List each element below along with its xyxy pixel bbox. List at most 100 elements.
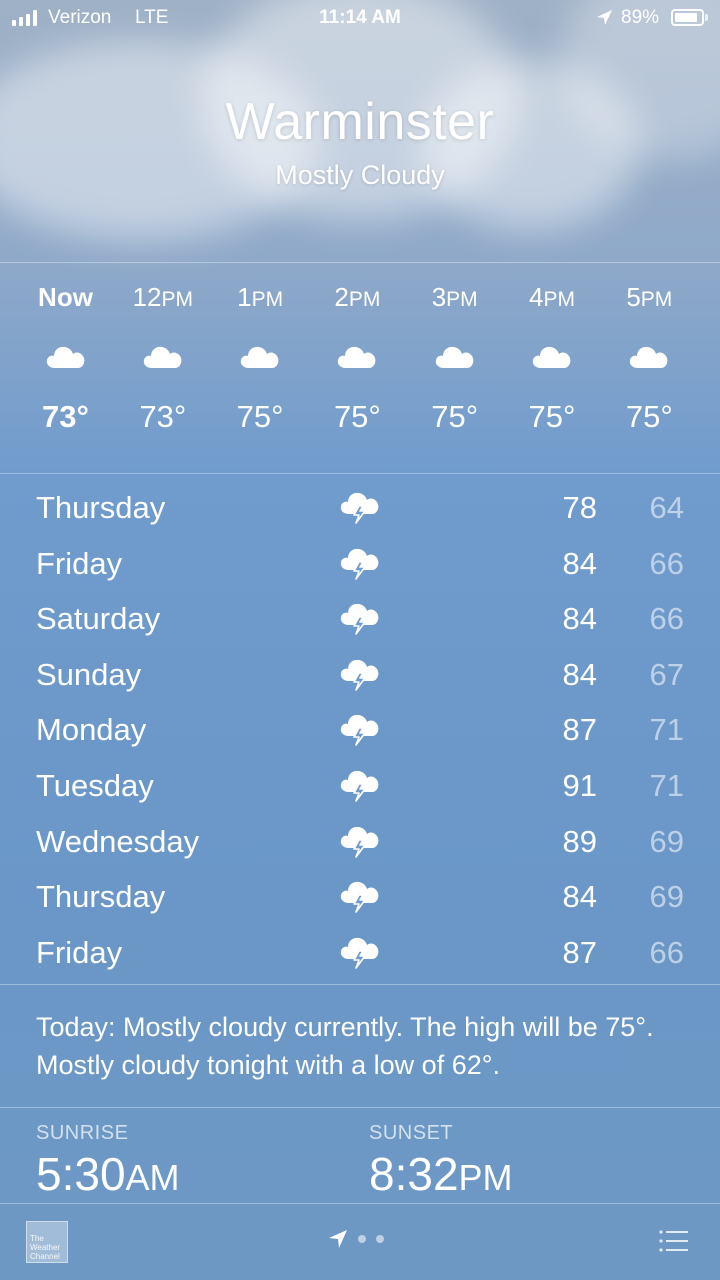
sunset-value: 8:32PM [369, 1147, 513, 1201]
battery-percentage: 89% [621, 7, 660, 28]
divider [0, 473, 720, 474]
daily-row: Sunday 84 67 [0, 647, 720, 703]
thunderstorm-icon [340, 826, 379, 858]
day-low-temp: 66 [649, 545, 684, 581]
day-low-temp: 69 [649, 879, 684, 915]
thunderstorm-icon [340, 715, 379, 747]
day-high-temp: 84 [562, 656, 597, 692]
status-bar: Verizon LTE 11:14 AM 89% [0, 0, 720, 36]
divider [0, 1107, 720, 1108]
sunrise-time: 5:30 [36, 1148, 126, 1200]
hour-item: 3PM 75° [406, 264, 503, 435]
battery-nub [705, 14, 708, 21]
daily-row: Thursday 84 69 [0, 869, 720, 925]
page-dot [358, 1235, 366, 1243]
day-low-temp: 64 [649, 490, 684, 525]
daily-row: Wednesday 89 69 [0, 814, 720, 870]
day-low-temp: 71 [649, 767, 684, 803]
thunderstorm-icon [340, 659, 379, 691]
page-indicator[interactable] [328, 1229, 384, 1249]
thunderstorm-icon [340, 548, 379, 580]
hour-time: 3PM [431, 282, 478, 312]
sunrise-value: 5:30AM [36, 1147, 180, 1201]
divider [0, 984, 720, 985]
sunrise-block: SUNRISE 5:30AM [36, 1122, 180, 1201]
day-low-temp: 69 [649, 823, 684, 859]
hourly-forecast[interactable]: Now 73° 12PM 73° 1PM 75° 2PM 75° 3PM 75° 4PM 75° 5PM… [0, 264, 720, 472]
location-arrow-icon [597, 10, 612, 25]
thunderstorm-icon [340, 604, 379, 635]
day-low-temp: 71 [649, 712, 684, 748]
cloud-icon [143, 346, 182, 368]
cloud-icon [338, 346, 376, 368]
day-high-temp: 78 [562, 490, 597, 525]
hour-time: 4PM [529, 282, 575, 312]
daily-row: Saturday 84 66 [0, 591, 720, 647]
hour-item: 4PM 75° [504, 264, 601, 435]
city-list-icon[interactable] [658, 1229, 688, 1253]
forecast-summary: Today: Mostly cloudy currently. The high… [36, 1012, 654, 1080]
daily-row: Friday 84 66 [0, 536, 720, 592]
hour-temp: 75° [528, 399, 576, 434]
hour-temp: 75° [333, 399, 381, 434]
city-name: Warminster [225, 93, 495, 151]
current-location-icon [329, 1230, 347, 1248]
day-name: Sunday [36, 656, 142, 692]
hour-item: 1PM 75° [212, 264, 309, 435]
cloud-icon [435, 346, 474, 368]
day-high-temp: 89 [562, 823, 597, 859]
divider [0, 1203, 720, 1204]
day-high-temp: 87 [562, 712, 597, 748]
daily-forecast: Thursday 78 64 Friday 84 66 Saturday 84 66 Sunday… [0, 480, 720, 980]
day-high-temp: 84 [562, 601, 597, 637]
sunset-label: SUNSET [369, 1122, 454, 1144]
daily-row: Monday 87 71 [0, 702, 720, 758]
hour-temp: 75° [625, 399, 673, 434]
cloud-icon [532, 346, 571, 368]
thunderstorm-icon [340, 882, 379, 913]
hour-item: 12PM 73° [114, 264, 211, 435]
battery-icon [671, 9, 704, 26]
thunderstorm-icon [340, 770, 379, 802]
day-low-temp: 67 [649, 656, 684, 692]
daily-row: Thursday 78 64 [0, 480, 720, 536]
day-low-temp: 66 [649, 934, 684, 970]
hour-item: 2PM 75° [309, 264, 406, 435]
sunset-time: 8:32 [369, 1148, 459, 1200]
daily-row: Friday 87 66 [0, 925, 720, 981]
hour-item: 5PM 75° [601, 264, 698, 435]
thunderstorm-icon [340, 492, 379, 524]
hour-item: Now 73° [17, 264, 114, 435]
day-name: Monday [36, 712, 147, 748]
page-dot [376, 1235, 384, 1243]
cloud-icon [46, 346, 84, 368]
day-name: Tuesday [36, 767, 154, 803]
hour-temp: 73° [139, 399, 187, 434]
thunderstorm-icon [340, 937, 379, 969]
weather-channel-logo[interactable]: The Weather Channel [26, 1221, 68, 1263]
hour-time: 1PM [237, 282, 284, 312]
sunrise-ampm: AM [125, 1157, 180, 1198]
sunrise-label: SUNRISE [36, 1122, 129, 1144]
battery-level [675, 13, 698, 22]
current-condition: Mostly Cloudy [275, 160, 445, 190]
sunset-ampm: PM [458, 1157, 513, 1198]
day-low-temp: 66 [649, 601, 684, 637]
hour-time: Now [38, 282, 93, 312]
day-name: Wednesday [36, 823, 200, 859]
cloud-icon [240, 346, 279, 368]
hour-temp: 75° [236, 399, 284, 434]
day-name: Thursday [36, 879, 166, 915]
day-name: Friday [36, 934, 123, 970]
hour-time: 5PM [626, 282, 673, 312]
day-name: Thursday [36, 490, 166, 525]
day-name: Saturday [36, 601, 161, 637]
day-high-temp: 87 [562, 934, 597, 970]
day-high-temp: 84 [562, 879, 597, 915]
hour-temp: 73° [42, 399, 89, 434]
cloud-icon [630, 346, 668, 368]
day-high-temp: 91 [562, 767, 597, 803]
divider [0, 262, 720, 263]
day-high-temp: 84 [562, 545, 597, 581]
daily-row: Tuesday 91 71 [0, 758, 720, 814]
